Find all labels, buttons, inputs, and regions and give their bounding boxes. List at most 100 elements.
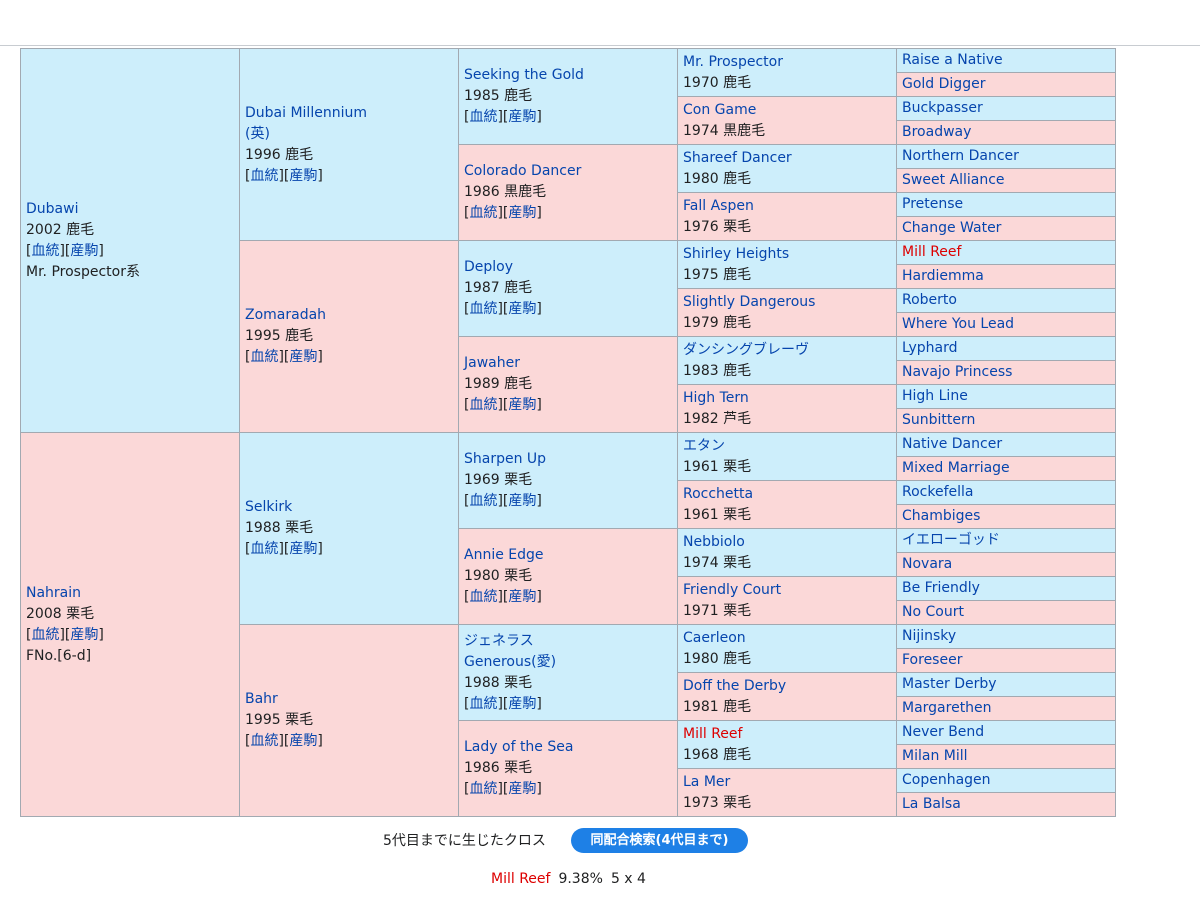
horse-name-link[interactable]: Colorado Dancer <box>464 163 581 179</box>
horse-name-alt-link[interactable]: (英) <box>245 126 270 142</box>
horse-name-link[interactable]: Change Water <box>902 220 1001 236</box>
progeny-link[interactable]: 産駒 <box>70 243 98 259</box>
horse-name-link[interactable]: Friendly Court <box>683 582 781 598</box>
blood-link[interactable]: 血統 <box>469 397 497 413</box>
horse-name-link[interactable]: Master Derby <box>902 676 997 692</box>
horse-name-link[interactable]: Navajo Princess <box>902 364 1012 380</box>
horse-name-link[interactable]: Dubawi <box>26 201 78 217</box>
horse-name-link[interactable]: Slightly Dangerous <box>683 294 815 310</box>
horse-name-link[interactable]: La Mer <box>683 774 730 790</box>
horse-name-link[interactable]: Lady of the Sea <box>464 739 573 755</box>
horse-name-link[interactable]: Copenhagen <box>902 772 991 788</box>
horse-name-link[interactable]: Raise a Native <box>902 52 1003 68</box>
horse-name-link[interactable]: Native Dancer <box>902 436 1002 452</box>
blood-link[interactable]: 血統 <box>469 301 497 317</box>
horse-name-link[interactable]: Mr. Prospector <box>683 54 783 70</box>
horse-name-link[interactable]: Roberto <box>902 292 957 308</box>
cross-horse-name[interactable]: Mill Reef <box>491 871 550 887</box>
blood-link[interactable]: 血統 <box>250 541 278 557</box>
horse-name-link[interactable]: Novara <box>902 556 952 572</box>
horse-name-link[interactable]: Dubai Millennium <box>245 105 367 121</box>
horse-name-link[interactable]: Doff the Derby <box>683 678 786 694</box>
horse-name-link[interactable]: High Line <box>902 388 968 404</box>
horse-name-link[interactable]: Hardiemma <box>902 268 984 284</box>
horse-name-link[interactable]: Nahrain <box>26 585 81 601</box>
blood-link[interactable]: 血統 <box>250 349 278 365</box>
horse-name-link[interactable]: Selkirk <box>245 499 292 515</box>
progeny-link[interactable]: 産駒 <box>70 627 98 643</box>
horse-name-link[interactable]: Jawaher <box>464 355 520 371</box>
progeny-link[interactable]: 産駒 <box>508 301 536 317</box>
progeny-link[interactable]: 産駒 <box>508 493 536 509</box>
horse-name-link[interactable]: Milan Mill <box>902 748 968 764</box>
horse-name-link[interactable]: Sunbittern <box>902 412 975 428</box>
progeny-link[interactable]: 産駒 <box>508 397 536 413</box>
blood-link[interactable]: 血統 <box>469 493 497 509</box>
progeny-link[interactable]: 産駒 <box>289 541 317 557</box>
progeny-link[interactable]: 産駒 <box>508 109 536 125</box>
horse-name-link[interactable]: Zomaradah <box>245 307 326 323</box>
same-mating-search-button[interactable]: 同配合検索(4代目まで) <box>571 828 748 853</box>
blood-link[interactable]: 血統 <box>469 205 497 221</box>
horse-name-link[interactable]: Broadway <box>902 124 971 140</box>
horse-name-link[interactable]: High Tern <box>683 390 749 406</box>
horse-name-link[interactable]: Nebbiolo <box>683 534 745 550</box>
progeny-link[interactable]: 産駒 <box>508 781 536 797</box>
horse-name-link[interactable]: Shirley Heights <box>683 246 789 262</box>
horse-name-link[interactable]: Be Friendly <box>902 580 980 596</box>
horse-name-alt-link[interactable]: Generous(愛) <box>464 654 556 670</box>
horse-name-link[interactable]: Mill Reef <box>902 244 961 260</box>
pedigree-cell-gen3: Colorado Dancer 1986 黒鹿毛 [血統][産駒] <box>458 144 678 241</box>
blood-link[interactable]: 血統 <box>31 627 59 643</box>
blood-link[interactable]: 血統 <box>469 696 497 712</box>
horse-name-link[interactable]: Northern Dancer <box>902 148 1019 164</box>
horse-name-link[interactable]: Deploy <box>464 259 513 275</box>
horse-name-link[interactable]: Bahr <box>245 691 278 707</box>
horse-name-link[interactable]: Nijinsky <box>902 628 956 644</box>
blood-link[interactable]: 血統 <box>31 243 59 259</box>
horse-name-link[interactable]: ダンシングブレーヴ <box>683 342 809 358</box>
horse-name-link[interactable]: La Balsa <box>902 796 961 812</box>
horse-name-link[interactable]: Chambiges <box>902 508 980 524</box>
horse-name-link[interactable]: エタン <box>683 438 725 454</box>
horse-name-link[interactable]: ジェネラス <box>464 633 534 649</box>
horse-name-link[interactable]: Seeking the Gold <box>464 67 584 83</box>
progeny-link[interactable]: 産駒 <box>289 349 317 365</box>
blood-link[interactable]: 血統 <box>469 589 497 605</box>
horse-name-link[interactable]: Lyphard <box>902 340 958 356</box>
blood-link[interactable]: 血統 <box>250 733 278 749</box>
horse-name-link[interactable]: Margarethen <box>902 700 992 716</box>
horse-name-link[interactable]: Con Game <box>683 102 756 118</box>
horse-name-link[interactable]: Where You Lead <box>902 316 1014 332</box>
horse-name-link[interactable]: Fall Aspen <box>683 198 754 214</box>
horse-name-link[interactable]: Rocchetta <box>683 486 753 502</box>
horse-name-link[interactable]: Mill Reef <box>683 726 742 742</box>
horse-name-link[interactable]: Pretense <box>902 196 963 212</box>
progeny-link[interactable]: 産駒 <box>289 733 317 749</box>
horse-name-link[interactable]: Sharpen Up <box>464 451 546 467</box>
horse-name-link[interactable]: Foreseer <box>902 652 962 668</box>
horse-name-link[interactable]: Gold Digger <box>902 76 985 92</box>
horse-name-link[interactable]: Shareef Dancer <box>683 150 792 166</box>
horse-name-link[interactable]: Buckpasser <box>902 100 983 116</box>
horse-name-link[interactable]: Annie Edge <box>464 547 544 563</box>
horse-name-link[interactable]: Never Bend <box>902 724 984 740</box>
horse-year-color: 1974 黒鹿毛 <box>683 122 766 139</box>
blood-link[interactable]: 血統 <box>250 168 278 184</box>
horse-name-link[interactable]: Mixed Marriage <box>902 460 1010 476</box>
horse-name-link[interactable]: Sweet Alliance <box>902 172 1005 188</box>
horse-name-link[interactable]: Rockefella <box>902 484 973 500</box>
horse-name-link[interactable]: Caerleon <box>683 630 746 646</box>
progeny-link[interactable]: 産駒 <box>508 205 536 221</box>
progeny-link[interactable]: 産駒 <box>508 696 536 712</box>
horse-year-color: 1974 栗毛 <box>683 554 752 571</box>
horse-name: Mill Reef <box>902 242 1110 263</box>
pedigree-cell-gen5: No Court <box>896 600 1116 625</box>
progeny-link[interactable]: 産駒 <box>289 168 317 184</box>
horse-name-link[interactable]: No Court <box>902 604 964 620</box>
progeny-link[interactable]: 産駒 <box>508 589 536 605</box>
blood-link[interactable]: 血統 <box>469 109 497 125</box>
pedigree-cell-gen4: Rocchetta 1961 栗毛 <box>677 480 897 529</box>
horse-name-link[interactable]: イエローゴッド <box>902 532 1000 548</box>
blood-link[interactable]: 血統 <box>469 781 497 797</box>
